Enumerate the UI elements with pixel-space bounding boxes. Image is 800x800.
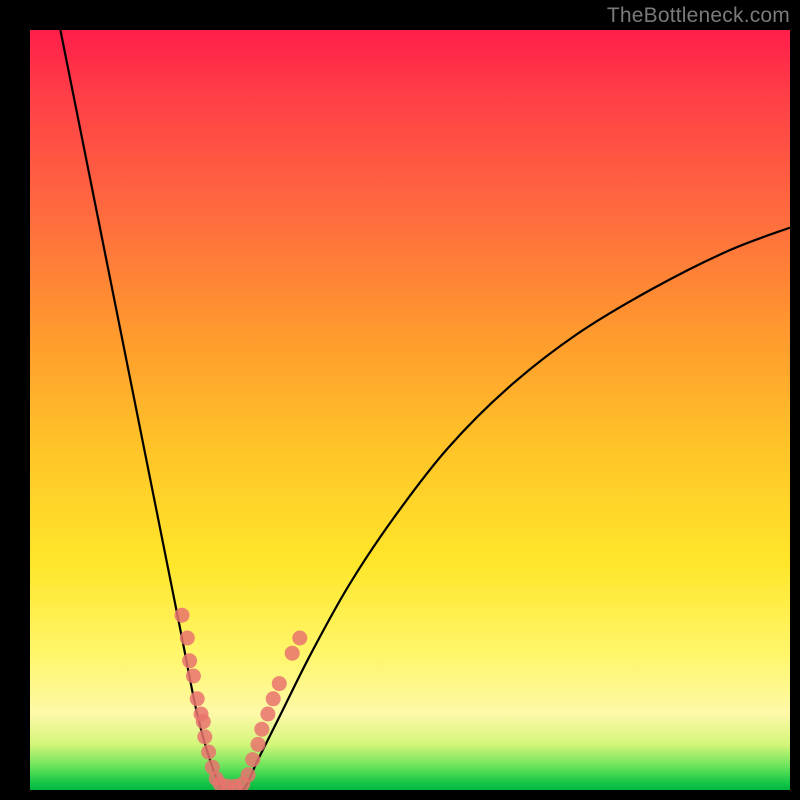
sample-point [190, 691, 205, 706]
sample-point [196, 714, 211, 729]
sample-point [272, 676, 287, 691]
sample-point [197, 729, 212, 744]
chart-svg [30, 30, 790, 790]
sample-point [182, 653, 197, 668]
curve-group [60, 30, 790, 790]
bottleneck-curve [60, 30, 790, 790]
sample-point [175, 608, 190, 623]
sample-point [260, 707, 275, 722]
sample-point [254, 722, 269, 737]
plot-area [30, 30, 790, 790]
sample-point [245, 752, 260, 767]
sample-point [266, 691, 281, 706]
sample-point [180, 631, 195, 646]
watermark-text: TheBottleneck.com [607, 4, 790, 28]
sample-point [251, 737, 266, 752]
sample-point [285, 646, 300, 661]
sample-point [186, 669, 201, 684]
chart-frame: TheBottleneck.com [0, 0, 800, 800]
sample-point [292, 631, 307, 646]
sample-point [201, 745, 216, 760]
sample-point [241, 767, 256, 782]
